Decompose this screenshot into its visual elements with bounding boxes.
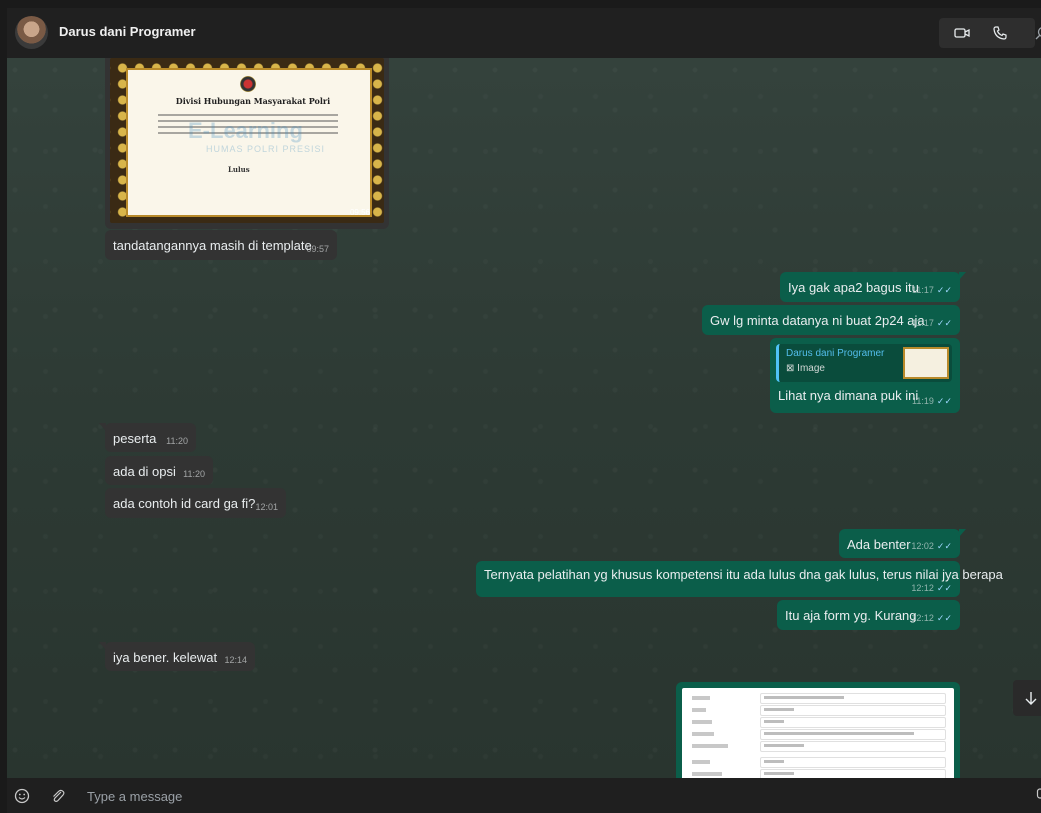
read-ticks-icon: ✓✓: [936, 396, 952, 406]
outgoing-message[interactable]: Iya gak apa2 bagus itu 11:17 ✓✓: [780, 272, 966, 302]
scroll-to-bottom-button[interactable]: [1013, 680, 1041, 716]
read-ticks-icon: ✓✓: [936, 541, 952, 551]
video-camera-icon: [954, 28, 970, 38]
quoted-type: Image: [797, 363, 825, 374]
message-text: Lihat nya dimana puk ini: [778, 388, 919, 403]
read-ticks-icon: ✓✓: [936, 613, 952, 623]
message-list[interactable]: Divisi Hubungan Masyarakat Polri E-Learn…: [7, 58, 1041, 778]
incoming-message[interactable]: ada di opsi 11:20: [105, 456, 213, 485]
certificate-image[interactable]: Divisi Hubungan Masyarakat Polri E-Learn…: [110, 58, 384, 223]
message-text: Itu aja form yg. Kurang: [785, 608, 917, 623]
outgoing-message[interactable]: Ada benter 12:02 ✓✓: [839, 529, 966, 558]
police-emblem-icon: [240, 76, 256, 92]
message-time: 09:57: [306, 244, 329, 254]
message-input[interactable]: [87, 788, 887, 804]
voice-message-button[interactable]: [1029, 785, 1041, 807]
message-text: Iya gak apa2 bagus itu: [788, 280, 919, 295]
message-time: 11:17: [912, 285, 934, 295]
outgoing-message[interactable]: Ternyata pelatihan yg khusus kompetensi …: [476, 561, 1003, 597]
avatar[interactable]: [15, 16, 48, 49]
outgoing-image-message[interactable]: [676, 682, 960, 778]
read-ticks-icon: ✓✓: [936, 285, 952, 295]
read-ticks-icon: ✓✓: [936, 583, 952, 593]
message-text: Gw lg minta datanya ni buat 2p24 aja: [710, 313, 925, 328]
search-icon: [1035, 27, 1041, 40]
message-text: peserta: [113, 431, 157, 446]
certificate-title: Divisi Hubungan Masyarakat Polri: [175, 96, 331, 106]
emoji-button[interactable]: [11, 785, 33, 807]
message-time: 11:20: [183, 469, 205, 479]
search-button[interactable]: [1027, 18, 1041, 48]
incoming-message[interactable]: tandatangannya masih di template 09:57: [105, 230, 337, 260]
whatsapp-window: Darus dani Programer Divisi Hubungan Mas…: [7, 8, 1041, 813]
message-time: 12:14: [224, 655, 247, 665]
read-ticks-icon: ✓✓: [936, 318, 952, 328]
voice-call-button[interactable]: [985, 18, 1015, 48]
message-time: 12:12: [911, 583, 934, 593]
quoted-message[interactable]: Darus dani Programer ⊠ Image: [776, 344, 952, 382]
phone-icon: [993, 26, 1007, 40]
outgoing-reply-message[interactable]: Darus dani Programer ⊠ Image Lihat nya d…: [770, 338, 960, 413]
certificate-watermark-sub: HUMAS POLRI PRESISI: [206, 144, 326, 154]
contact-name[interactable]: Darus dani Programer: [59, 24, 196, 39]
form-row: [692, 741, 946, 754]
arrow-down-icon: [1025, 692, 1037, 705]
form-screenshot-image[interactable]: [682, 688, 954, 778]
message-time: 11:19: [912, 396, 934, 406]
quoted-author: Darus dani Programer: [786, 348, 885, 359]
message-time: 12:02: [911, 541, 934, 551]
video-call-button[interactable]: [947, 18, 977, 48]
image-message[interactable]: Divisi Hubungan Masyarakat Polri E-Learn…: [105, 58, 389, 229]
incoming-message[interactable]: ada contoh id card ga fi? 12:01: [105, 488, 286, 518]
attach-button[interactable]: [47, 785, 69, 807]
certificate-watermark: E-Learning: [188, 118, 303, 143]
chat-header: Darus dani Programer: [7, 8, 1041, 58]
certificate-status: Lulus: [228, 165, 250, 174]
incoming-message[interactable]: iya bener. kelewat 12:14: [99, 642, 255, 671]
message-text: Ada benter: [847, 537, 911, 552]
image-time: 09:56: [349, 208, 370, 217]
message-time: 12:01: [255, 502, 278, 512]
message-text: Ternyata pelatihan yg khusus kompetensi …: [484, 567, 1003, 582]
certificate-body: Divisi Hubungan Masyarakat Polri E-Learn…: [126, 68, 372, 217]
message-time: 11:17: [912, 318, 934, 328]
message-text: ada di opsi: [113, 464, 176, 479]
quoted-thumbnail: [903, 347, 949, 379]
message-time: 12:12: [911, 613, 934, 623]
compose-bar: [7, 778, 1041, 813]
image-icon: ⊠: [786, 363, 798, 374]
message-text: tandatangannya masih di template: [113, 238, 312, 253]
emoji-icon: [14, 788, 30, 804]
outgoing-message[interactable]: Gw lg minta datanya ni buat 2p24 aja 11:…: [702, 305, 960, 335]
message-time: 11:20: [166, 436, 188, 446]
microphone-icon: [1036, 788, 1041, 799]
incoming-message[interactable]: peserta 11:20: [99, 423, 196, 452]
paperclip-icon: [53, 789, 65, 802]
outgoing-message[interactable]: Itu aja form yg. Kurang 12:12 ✓✓: [777, 600, 960, 630]
message-text: iya bener. kelewat: [113, 650, 218, 665]
message-text: ada contoh id card ga fi?: [113, 496, 256, 511]
